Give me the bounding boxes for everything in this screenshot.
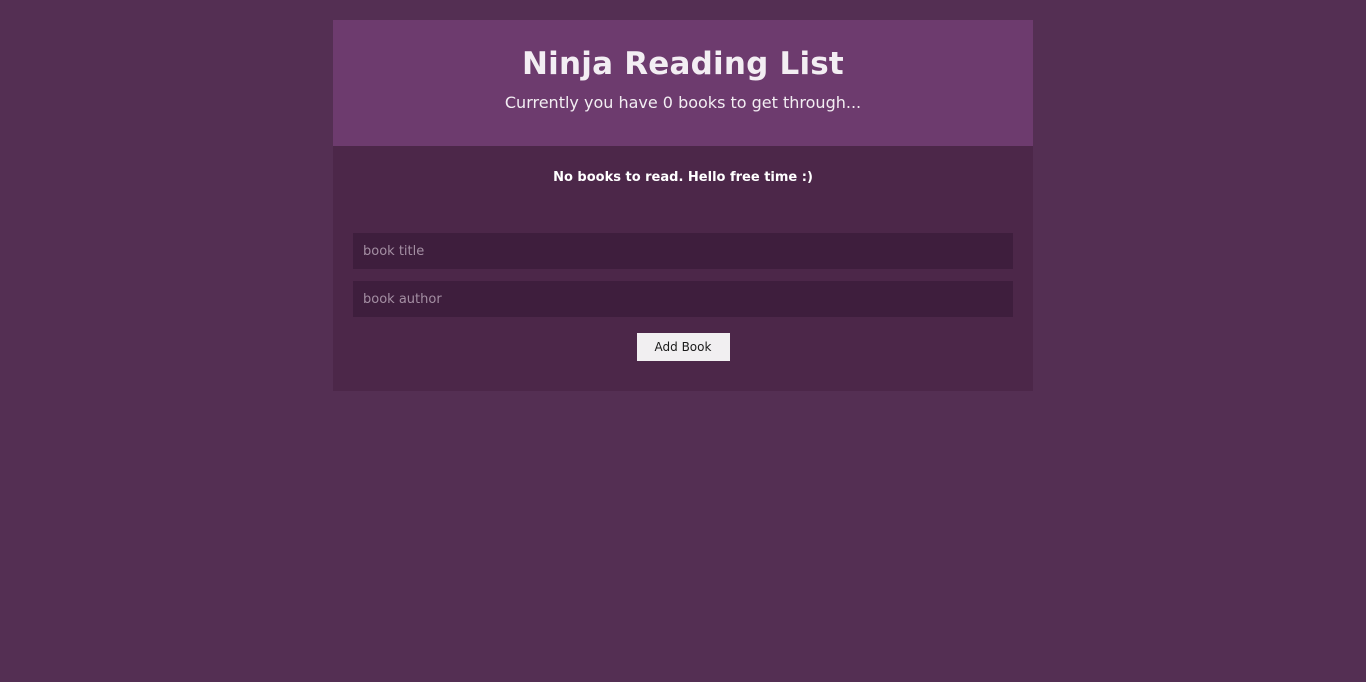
book-author-input[interactable] — [353, 281, 1013, 317]
empty-book-list-message: No books to read. Hello free time :) — [553, 170, 813, 185]
add-book-button[interactable]: Add Book — [636, 333, 730, 361]
book-count-subtitle: Currently you have 0 books to get throug… — [504, 93, 862, 112]
add-book-form: Add Book — [333, 209, 1033, 391]
book-title-input[interactable] — [353, 233, 1013, 269]
page-title: Ninja Reading List — [522, 46, 844, 82]
navbar: Ninja Reading List Currently you have 0 … — [333, 20, 1033, 146]
reading-list-app: Ninja Reading List Currently you have 0 … — [333, 20, 1033, 391]
submit-button-wrapper: Add Book — [353, 333, 1013, 361]
